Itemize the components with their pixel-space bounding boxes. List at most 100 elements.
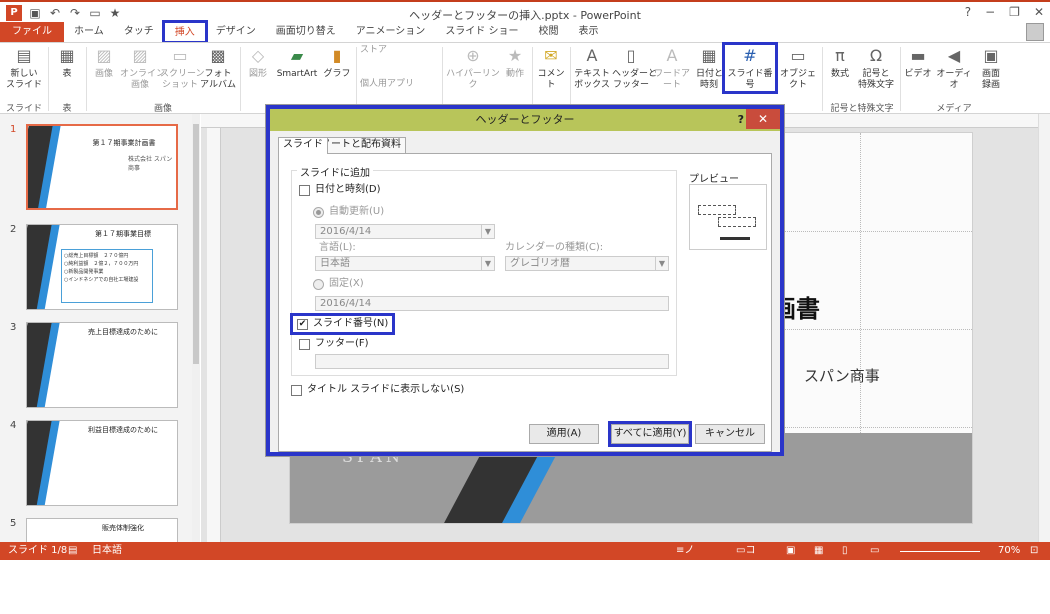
film-icon: ▬: [910, 46, 926, 65]
slide-subtitle[interactable]: スパン商事: [804, 365, 880, 386]
auto-update-select[interactable]: 2016/4/14 ▼: [315, 224, 495, 239]
group-label: スライドに追加: [297, 164, 373, 179]
tab-design[interactable]: デザイン: [206, 22, 266, 42]
textbox-button[interactable]: A テキスト ボックス: [574, 45, 610, 91]
slide-thumbnail[interactable]: 2 第１７期事業目標 ○総売上目標額 ２７０億円 ○純利益額 ２億２，７００万円 ○…: [6, 224, 186, 314]
smartart-button[interactable]: ▰ SmartArt: [274, 45, 320, 80]
slide-thumbnail[interactable]: 4 利益目標達成のために: [6, 420, 186, 510]
notes-button[interactable]: ≡ ノート: [676, 542, 694, 592]
screen-recording-button[interactable]: ▣ 画面 録画: [976, 45, 1006, 91]
my-apps-button[interactable]: 個人用アプリ: [360, 79, 440, 90]
dialog-title-bar: ヘッダーとフッター ? ✕: [270, 109, 780, 131]
header-footer-button[interactable]: ▯ ヘッダーと フッター: [612, 45, 657, 91]
slide-thumbnail-pane: 1 第１７期事業計画書 株式会社 スパン商事 2 第１７期事業目標 ○総売上目標…: [0, 114, 200, 542]
normal-view-icon[interactable]: ▣: [786, 542, 795, 560]
ribbon: ▤ 新しい スライド ▦ 表 ▨ 画像 ▨ オンライン 画像 ▭ スクリーン ショット ▩…: [0, 42, 1050, 114]
audio-button[interactable]: ◀ オーディオ: [934, 45, 974, 91]
language-select[interactable]: 日本語 ▼: [315, 256, 495, 271]
language-label: 言語(L):: [319, 242, 356, 253]
symbol-button[interactable]: Ω 記号と 特殊文字: [856, 45, 896, 91]
tab-view[interactable]: 表示: [569, 22, 609, 42]
screenshot-icon: ▭: [172, 46, 188, 65]
tab-file[interactable]: ファイル: [0, 22, 64, 42]
apply-button[interactable]: 適用(A): [529, 424, 599, 444]
chevron-down-icon: ▼: [481, 257, 494, 270]
thumbnail-scrollbar[interactable]: [192, 114, 200, 542]
fit-slide-icon[interactable]: ⊡: [1030, 542, 1038, 560]
tab-home[interactable]: ホーム: [64, 22, 114, 42]
tab-slide[interactable]: スライド: [278, 137, 328, 154]
comments-button[interactable]: ▭ コメント: [736, 542, 755, 610]
spellcheck-icon[interactable]: ▤: [68, 542, 77, 560]
hyperlink-button[interactable]: ⊕ ハイパーリンク: [446, 45, 500, 91]
action-button[interactable]: ★ 動作: [502, 45, 528, 80]
fixed-radio[interactable]: 固定(X): [313, 278, 364, 290]
dialog-help-button[interactable]: ?: [738, 109, 744, 131]
maximize-button[interactable]: ❐: [1009, 5, 1020, 19]
close-button[interactable]: ✕: [1034, 5, 1044, 19]
header-footer-icon: ▯: [626, 46, 636, 65]
store-button[interactable]: ストア: [360, 45, 410, 56]
fixed-date-input[interactable]: 2016/4/14: [315, 296, 669, 311]
table-button[interactable]: ▦ 表: [52, 45, 82, 80]
omega-icon: Ω: [869, 46, 883, 65]
apply-all-button[interactable]: すべてに適用(Y): [608, 421, 692, 447]
editor-scrollbar[interactable]: [1038, 114, 1050, 542]
slide-number-button[interactable]: # スライド番号: [722, 42, 778, 94]
language-indicator[interactable]: 日本語: [92, 542, 122, 560]
slide-counter: スライド 1/8: [8, 545, 68, 556]
date-time-checkbox[interactable]: 日付と時刻(D): [299, 184, 381, 196]
photo-album-button[interactable]: ▩ フォト アルバム: [200, 45, 236, 91]
photo-album-icon: ▩: [210, 46, 226, 65]
video-button[interactable]: ▬ ビデオ: [904, 45, 932, 80]
cancel-button[interactable]: キャンセル: [695, 424, 765, 444]
wordart-button[interactable]: A ワードアート: [650, 45, 694, 91]
tab-notes-handouts[interactable]: ノートと配布資料: [316, 137, 406, 153]
vertical-ruler: [207, 128, 221, 542]
zoom-slider[interactable]: [900, 551, 980, 552]
tab-slideshow[interactable]: スライド ショー: [435, 22, 528, 42]
slide-number-checkbox[interactable]: ✔ スライド番号(N): [289, 313, 396, 335]
equation-button[interactable]: π 数式: [826, 45, 854, 80]
auto-update-radio[interactable]: 自動更新(U): [313, 206, 384, 218]
divider: [356, 47, 357, 111]
screenshot-button[interactable]: ▭ スクリーン ショット: [160, 45, 205, 91]
calendar-select[interactable]: グレゴリオ暦 ▼: [505, 256, 669, 271]
slide-thumbnail[interactable]: 5 販売体制強化: [6, 518, 186, 542]
radio-icon: [313, 278, 324, 290]
picture-button[interactable]: ▨ 画像: [90, 45, 118, 80]
comment-button[interactable]: ✉ コメント: [536, 45, 566, 91]
new-slide-button[interactable]: ▤ 新しい スライド: [4, 45, 44, 91]
tab-insert[interactable]: 挿入: [161, 20, 208, 44]
help-button[interactable]: ?: [965, 5, 971, 19]
shapes-button[interactable]: ◇ 図形: [244, 45, 272, 80]
online-picture-button[interactable]: ▨ オンライン 画像: [120, 45, 165, 91]
dont-show-on-title-checkbox[interactable]: タイトル スライドに表示しない(S): [291, 384, 464, 396]
tab-touch[interactable]: タッチ: [114, 22, 164, 42]
divider: [48, 47, 49, 111]
tab-review[interactable]: 校閲: [529, 22, 569, 42]
object-button[interactable]: ▭ オブジェクト: [778, 45, 818, 91]
sorter-view-icon[interactable]: ▦: [814, 542, 823, 560]
chart-button[interactable]: ▮ グラフ: [322, 45, 352, 80]
user-avatar[interactable]: [1026, 23, 1044, 41]
table-icon: ▦: [59, 46, 75, 65]
minimize-button[interactable]: −: [985, 5, 995, 19]
dialog-close-button[interactable]: ✕: [746, 109, 780, 129]
preview-thumbnail: [689, 184, 767, 250]
slide-thumbnail[interactable]: 3 売上目標達成のために: [6, 322, 186, 412]
ribbon-tabs: ファイル ホーム タッチ 挿入 デザイン 画面切り替え アニメーション スライド…: [0, 20, 1050, 44]
footer-input[interactable]: [315, 354, 669, 369]
divider: [442, 47, 443, 111]
reading-view-icon[interactable]: ▯: [842, 542, 848, 560]
status-bar: スライド 1/8 ▤ 日本語 ≡ ノート ▭ コメント ▣ ▦ ▯ ▭ 70% …: [0, 542, 1050, 610]
group-label: 表: [62, 104, 72, 114]
tab-animations[interactable]: アニメーション: [346, 22, 436, 42]
chevron-down-icon: ▼: [481, 225, 494, 238]
footer-checkbox[interactable]: フッター(F): [299, 338, 369, 350]
slide-thumbnail[interactable]: 1 第１７期事業計画書 株式会社 スパン商事: [6, 124, 186, 214]
zoom-level[interactable]: 70%: [998, 542, 1020, 560]
date-time-button[interactable]: ▦ 日付と 時刻: [696, 45, 723, 91]
slideshow-view-icon[interactable]: ▭: [870, 542, 879, 560]
tab-transitions[interactable]: 画面切り替え: [266, 22, 346, 42]
